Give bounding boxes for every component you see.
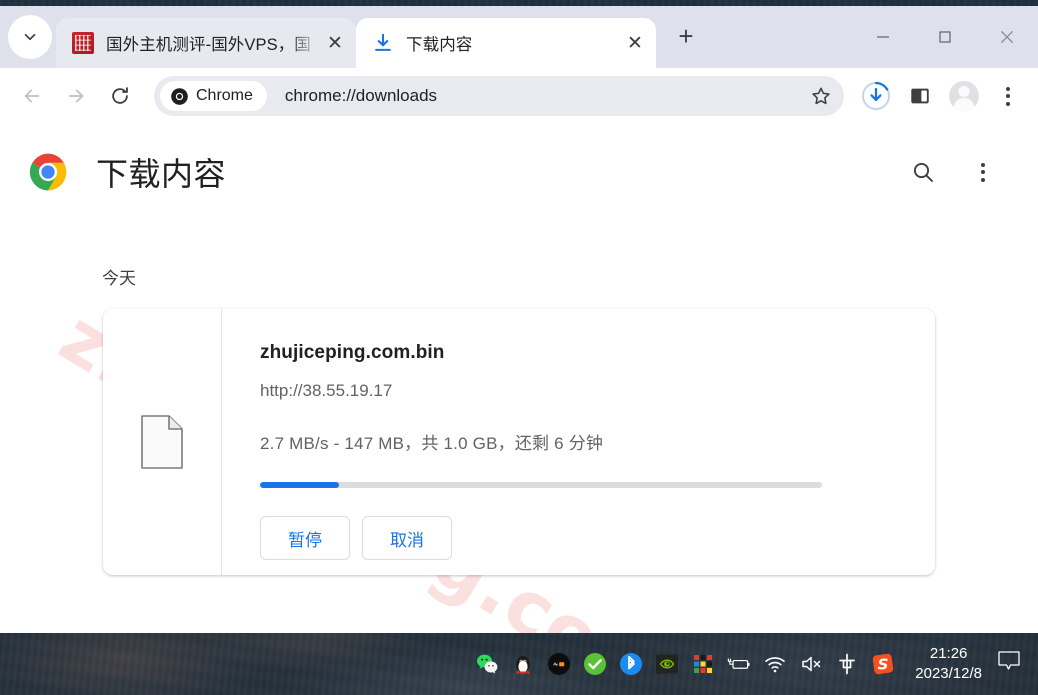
side-panel-icon <box>911 88 929 104</box>
back-button[interactable] <box>10 74 54 118</box>
tab-close-button[interactable]: ✕ <box>620 28 650 58</box>
site-favicon <box>72 32 94 54</box>
chrome-chip-label: Chrome <box>196 87 253 104</box>
page-header: 下载内容 <box>0 124 1038 198</box>
qq-icon[interactable] <box>511 652 535 676</box>
download-file-name[interactable]: zhujiceping.com.bin <box>260 342 935 364</box>
minimize-button[interactable] <box>852 6 914 68</box>
url-text[interactable]: chrome://downloads <box>285 86 804 106</box>
wifi-icon[interactable] <box>763 652 787 676</box>
profile-button[interactable] <box>944 76 984 116</box>
chevron-down-icon <box>24 33 36 41</box>
windows-taskbar: S 21:26 2023/12/8 <box>0 633 1038 695</box>
system-tray: S <box>475 652 899 676</box>
chrome-logo <box>29 153 67 191</box>
download-progress-bar <box>260 482 822 488</box>
close-icon <box>1000 30 1014 44</box>
clock-time: 21:26 <box>929 644 968 662</box>
maximize-button[interactable] <box>914 6 976 68</box>
downloads-page: zhujiceping.com 下载内容 <box>0 124 1038 633</box>
side-panel-button[interactable] <box>900 76 940 116</box>
address-bar[interactable]: Chrome chrome://downloads <box>154 76 844 116</box>
maximize-icon <box>939 31 951 43</box>
cancel-button[interactable]: 取消 <box>362 516 452 560</box>
download-progress-fill <box>260 482 339 488</box>
arrow-left-icon <box>24 89 40 103</box>
window-controls <box>852 6 1038 68</box>
sogou-icon[interactable]: S <box>871 652 895 676</box>
three-dot-menu-icon <box>1006 86 1010 106</box>
avatar <box>949 81 979 111</box>
star-icon <box>812 87 830 105</box>
file-icon <box>141 415 183 469</box>
download-status-text: 2.7 MB/s - 147 MB，共 1.0 GB，还剩 6 分钟 <box>260 434 604 453</box>
arrow-right-icon <box>68 89 84 103</box>
section-label-today: 今天 <box>102 269 136 288</box>
bookmark-button[interactable] <box>804 79 838 113</box>
notification-icon <box>998 650 1020 670</box>
forward-button[interactable] <box>54 74 98 118</box>
new-tab-button[interactable]: + <box>666 16 706 56</box>
download-item-card[interactable]: zhujiceping.com.bin http://38.55.19.17 2… <box>103 309 935 575</box>
chrome-origin-chip[interactable]: Chrome <box>160 81 267 111</box>
reload-icon <box>112 87 128 104</box>
tab-site-review[interactable]: 国外主机测评-国外VPS，国 ✕ <box>56 18 356 68</box>
reload-button[interactable] <box>98 74 142 118</box>
page-header-actions <box>906 155 1014 189</box>
chrome-icon <box>171 87 188 105</box>
search-icon <box>913 162 933 182</box>
minimize-icon <box>877 36 889 38</box>
speaker-muted-icon[interactable] <box>799 652 823 676</box>
download-actions: 暂停 取消 <box>260 516 935 560</box>
bluetooth-icon[interactable] <box>619 652 643 676</box>
tab-search-button[interactable] <box>8 15 52 59</box>
search-downloads-button[interactable] <box>906 155 940 189</box>
color-squares-icon[interactable] <box>691 652 715 676</box>
wechat-icon[interactable] <box>475 652 499 676</box>
download-source-url[interactable]: http://38.55.19.17 <box>260 381 935 401</box>
downloads-button[interactable] <box>856 76 896 116</box>
battery-icon[interactable] <box>727 652 751 676</box>
tab-strip: 国外主机测评-国外VPS，国 ✕ 下载内容 ✕ + <box>0 6 1038 68</box>
download-progress-icon <box>862 81 890 110</box>
page-title: 下载内容 <box>96 156 227 192</box>
notification-center-button[interactable] <box>996 649 1022 680</box>
download-icon <box>372 32 394 54</box>
clock-date: 2023/12/8 <box>915 665 982 682</box>
download-icon-column <box>103 309 222 575</box>
tab-downloads[interactable]: 下载内容 ✕ <box>356 18 656 68</box>
browser-menu-button[interactable] <box>988 76 1028 116</box>
tab-close-button[interactable]: ✕ <box>320 28 350 58</box>
download-details: zhujiceping.com.bin http://38.55.19.17 2… <box>222 309 935 575</box>
chrome-browser-window: 国外主机测评-国外VPS，国 ✕ 下载内容 ✕ + Chrome chrome:… <box>0 6 1038 633</box>
ime-chinese-icon[interactable] <box>835 652 859 676</box>
three-dot-menu-icon <box>981 162 985 182</box>
tab-title: 下载内容 <box>406 36 473 54</box>
svg-text:S: S <box>878 656 889 674</box>
close-button[interactable] <box>976 6 1038 68</box>
browser-toolbar: Chrome chrome://downloads <box>0 68 1038 124</box>
downloads-menu-button[interactable] <box>966 155 1000 189</box>
watch-icon[interactable] <box>547 652 571 676</box>
nvidia-icon[interactable] <box>655 652 679 676</box>
checkmark-icon[interactable] <box>583 652 607 676</box>
tab-title: 国外主机测评-国外VPS，国 <box>106 36 311 54</box>
pause-button[interactable]: 暂停 <box>260 516 350 560</box>
taskbar-clock[interactable]: 21:26 2023/12/8 <box>899 644 996 685</box>
